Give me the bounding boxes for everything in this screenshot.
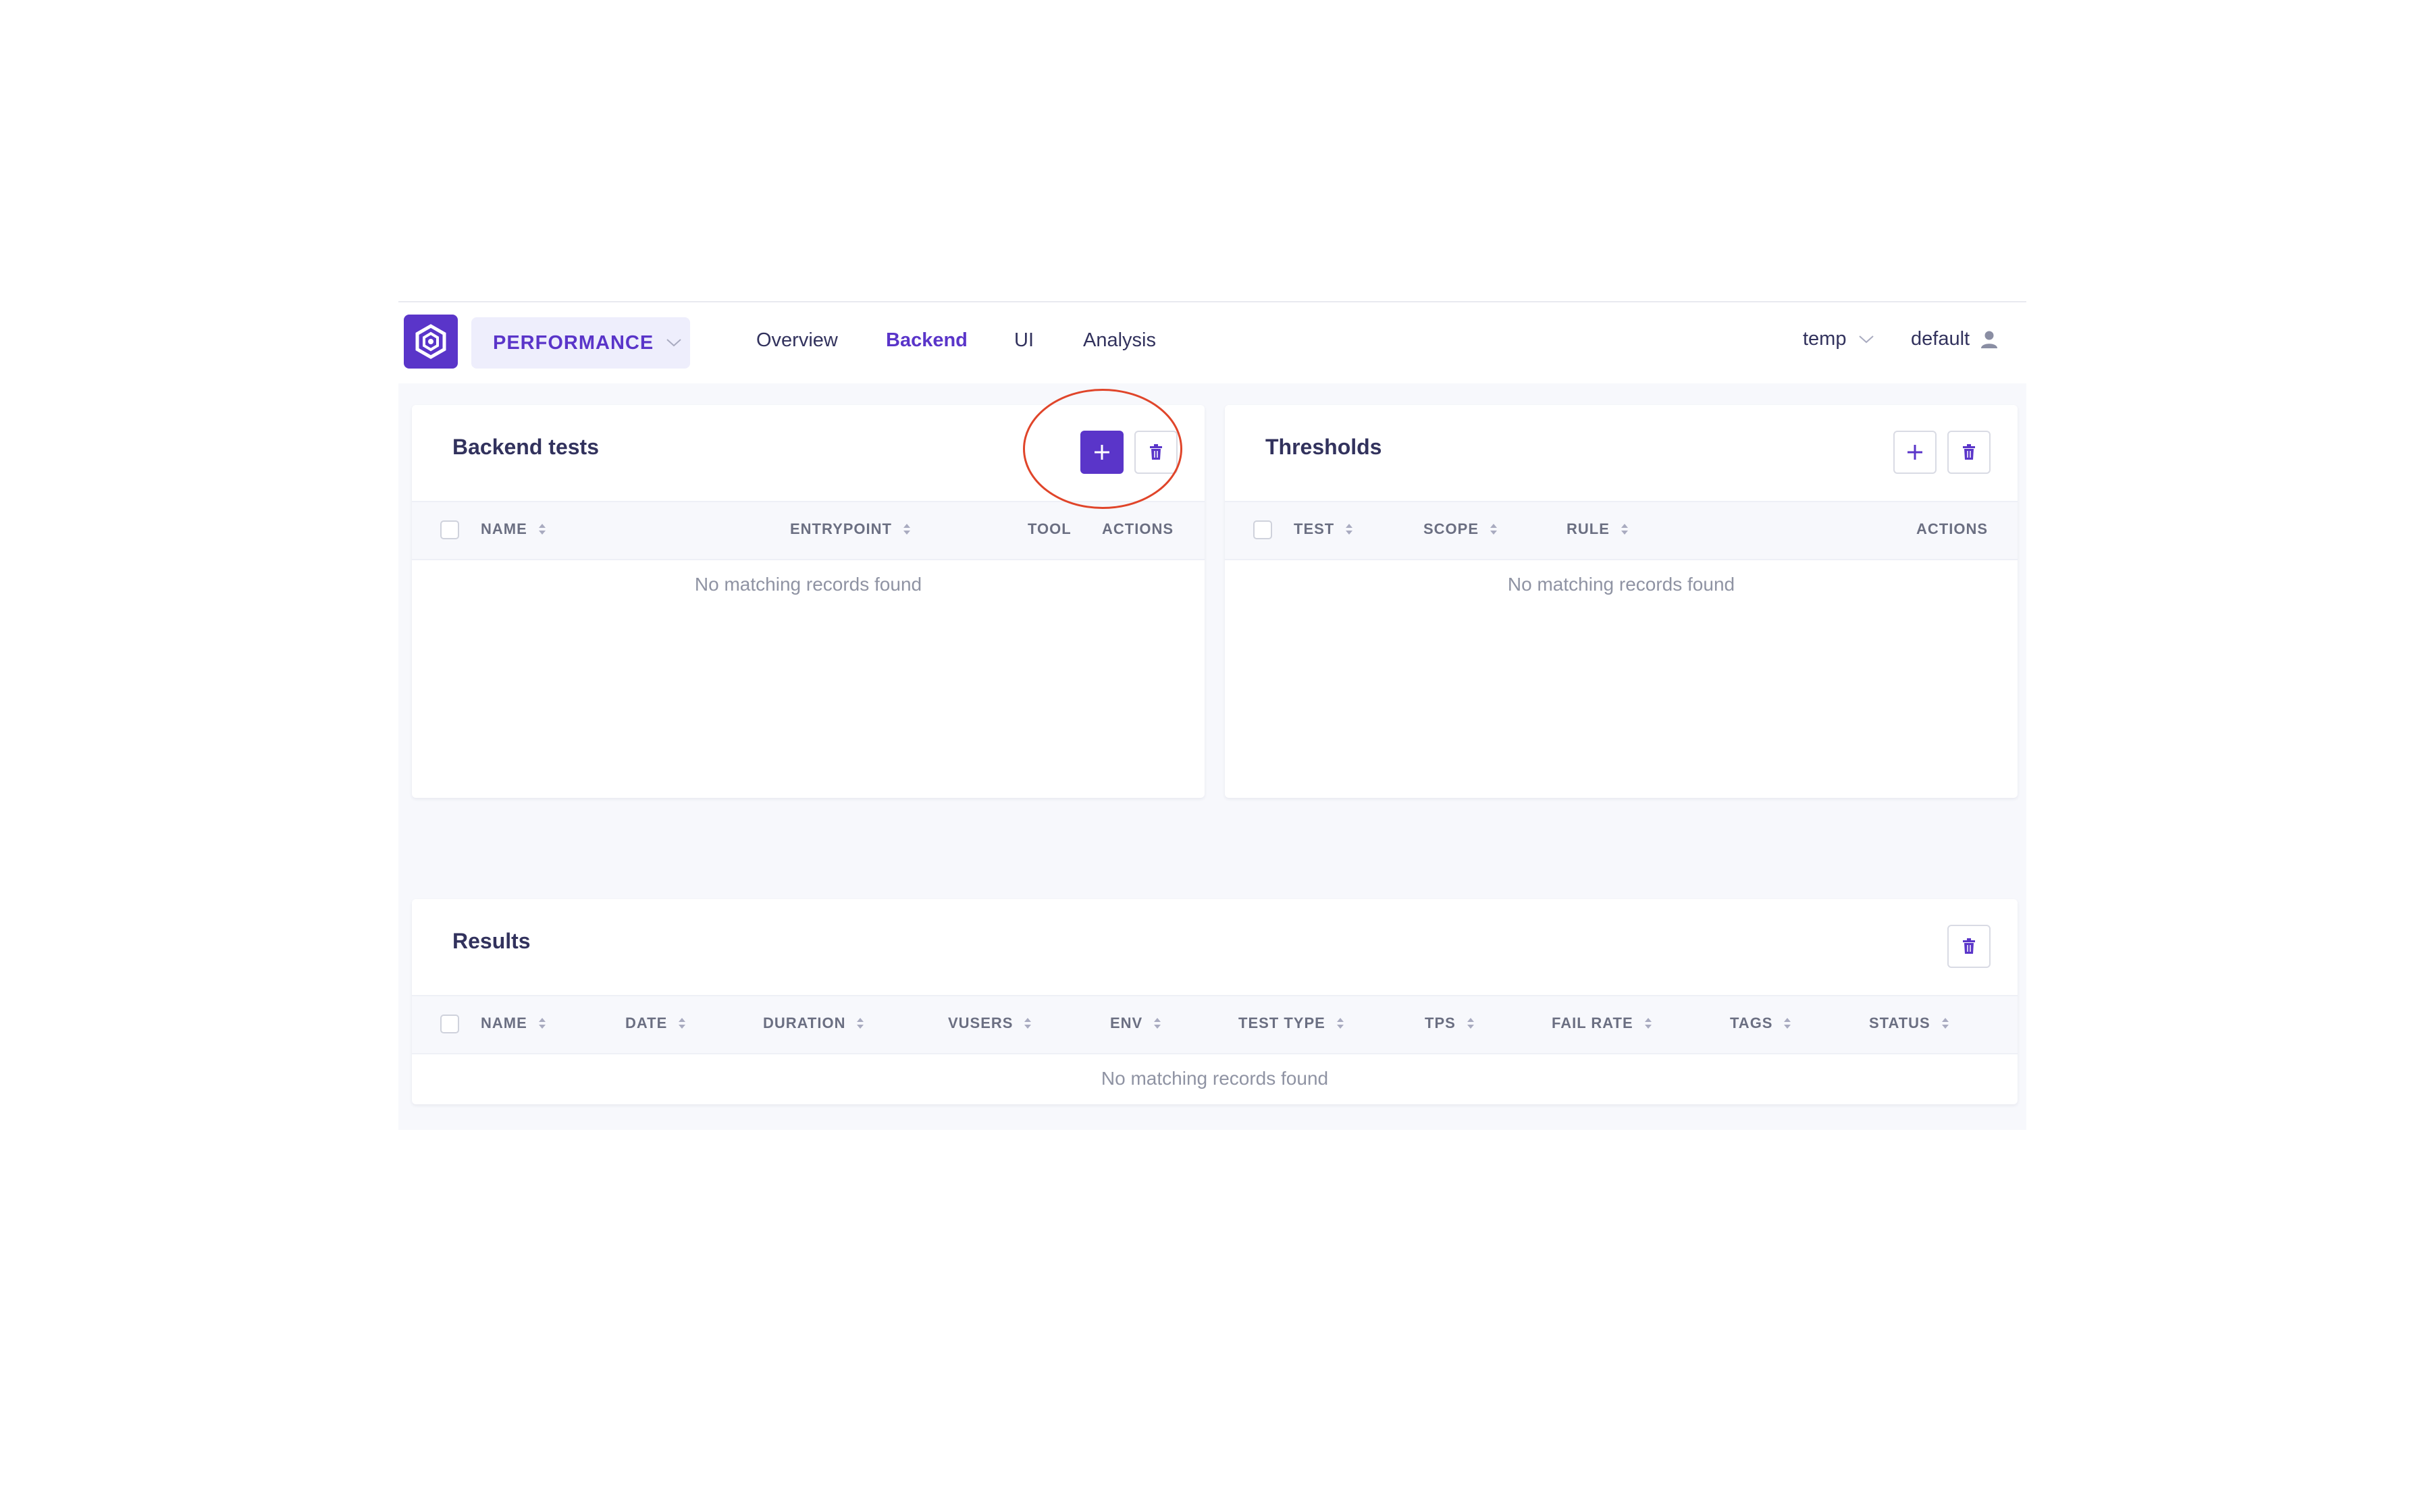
column-actions-label: ACTIONS <box>1102 520 1174 537</box>
column-vusers[interactable]: VUSERS <box>948 1015 1032 1032</box>
column-name-label: NAME <box>481 520 527 537</box>
column-name-label: NAME <box>481 1015 527 1031</box>
sort-icon <box>1024 1018 1032 1029</box>
results-empty-message: No matching records found <box>1101 1068 1329 1089</box>
sort-icon <box>1467 1018 1474 1029</box>
column-rule[interactable]: RULE <box>1567 520 1629 538</box>
column-name[interactable]: NAME <box>481 1015 546 1032</box>
sort-icon <box>538 1018 546 1029</box>
sort-icon <box>538 524 546 535</box>
results-card: Results NAME DATE DURATION VUSERS ENV TE… <box>412 899 2018 1104</box>
app-logo[interactable] <box>404 315 458 369</box>
thresholds-card: Thresholds TEST SCOPE RULE ACTIONS No ma… <box>1225 405 2018 798</box>
tab-ui[interactable]: UI <box>1014 329 1034 352</box>
column-date-label: DATE <box>625 1015 668 1031</box>
sort-icon <box>1784 1018 1791 1029</box>
results-title: Results <box>452 929 531 953</box>
column-tps[interactable]: TPS <box>1425 1015 1475 1032</box>
plus-icon <box>1908 445 1922 460</box>
sort-icon <box>1490 524 1498 535</box>
project-select[interactable]: PERFORMANCE <box>471 317 690 369</box>
sort-icon <box>1941 1018 1949 1029</box>
column-tool: TOOL <box>1028 520 1072 538</box>
backend-tests-table-header: NAME ENTRYPOINT TOOL ACTIONS <box>412 501 1205 560</box>
column-test-label: TEST <box>1294 520 1335 537</box>
delete-thresholds-button[interactable] <box>1947 431 1991 474</box>
top-navbar: PERFORMANCE Overview Backend UI Analysis… <box>398 302 2026 383</box>
column-tags[interactable]: TAGS <box>1730 1015 1791 1032</box>
column-test[interactable]: TEST <box>1294 520 1353 538</box>
column-entrypoint[interactable]: ENTRYPOINT <box>790 520 911 538</box>
select-all-checkbox[interactable] <box>440 1015 459 1033</box>
user-icon <box>1981 331 1998 348</box>
select-all-checkbox[interactable] <box>440 520 459 539</box>
sort-icon <box>1336 1018 1344 1029</box>
column-vusers-label: VUSERS <box>948 1015 1014 1031</box>
delete-results-button[interactable] <box>1947 925 1991 968</box>
column-duration-label: DURATION <box>763 1015 846 1031</box>
tab-overview[interactable]: Overview <box>756 329 838 352</box>
user-menu[interactable]: default <box>1911 328 1998 350</box>
hexagon-logo-icon <box>415 324 446 359</box>
select-all-checkbox[interactable] <box>1253 520 1272 539</box>
column-duration[interactable]: DURATION <box>763 1015 864 1032</box>
chevron-down-icon <box>1859 335 1874 343</box>
column-env[interactable]: ENV <box>1110 1015 1161 1032</box>
column-test-type-label: TEST TYPE <box>1238 1015 1325 1031</box>
column-status[interactable]: STATUS <box>1869 1015 1949 1032</box>
user-name: default <box>1911 328 1970 350</box>
column-actions-label: ACTIONS <box>1916 520 1988 537</box>
sort-icon <box>679 1018 686 1029</box>
trash-icon <box>1963 444 1975 460</box>
thresholds-empty-message: No matching records found <box>1507 574 1735 595</box>
column-test-type[interactable]: TEST TYPE <box>1238 1015 1344 1032</box>
tab-backend[interactable]: Backend <box>886 329 968 352</box>
trash-icon <box>1963 938 1975 954</box>
sort-icon <box>1621 524 1628 535</box>
environment-select[interactable]: temp <box>1803 328 1874 350</box>
column-date[interactable]: DATE <box>625 1015 686 1032</box>
sort-icon <box>1346 524 1353 535</box>
column-rule-label: RULE <box>1567 520 1610 537</box>
highlight-annotation <box>1023 389 1182 509</box>
thresholds-table-header: TEST SCOPE RULE ACTIONS <box>1225 501 2018 560</box>
column-entrypoint-label: ENTRYPOINT <box>790 520 892 537</box>
app-shell: PERFORMANCE Overview Backend UI Analysis… <box>398 301 2026 1130</box>
column-fail-rate[interactable]: FAIL RATE <box>1552 1015 1652 1032</box>
chevron-down-icon <box>666 339 681 347</box>
thresholds-title: Thresholds <box>1265 435 1382 459</box>
add-threshold-button[interactable] <box>1893 431 1937 474</box>
environment-label: temp <box>1803 328 1847 350</box>
column-name[interactable]: NAME <box>481 520 546 538</box>
column-tool-label: TOOL <box>1028 520 1072 537</box>
column-status-label: STATUS <box>1869 1015 1930 1031</box>
sort-icon <box>1644 1018 1652 1029</box>
tab-analysis[interactable]: Analysis <box>1083 329 1156 352</box>
sort-icon <box>1154 1018 1161 1029</box>
project-select-label: PERFORMANCE <box>493 331 654 354</box>
column-scope[interactable]: SCOPE <box>1423 520 1498 538</box>
backend-tests-empty-message: No matching records found <box>694 574 922 595</box>
results-table-header: NAME DATE DURATION VUSERS ENV TEST TYPE <box>412 995 2018 1054</box>
column-fail-rate-label: FAIL RATE <box>1552 1015 1633 1031</box>
column-scope-label: SCOPE <box>1423 520 1479 537</box>
column-tps-label: TPS <box>1425 1015 1456 1031</box>
sort-icon <box>903 524 910 535</box>
sort-icon <box>857 1018 864 1029</box>
backend-tests-title: Backend tests <box>452 435 599 459</box>
column-actions: ACTIONS <box>1102 520 1174 538</box>
column-actions: ACTIONS <box>1916 520 1988 538</box>
column-env-label: ENV <box>1110 1015 1143 1031</box>
column-tags-label: TAGS <box>1730 1015 1773 1031</box>
